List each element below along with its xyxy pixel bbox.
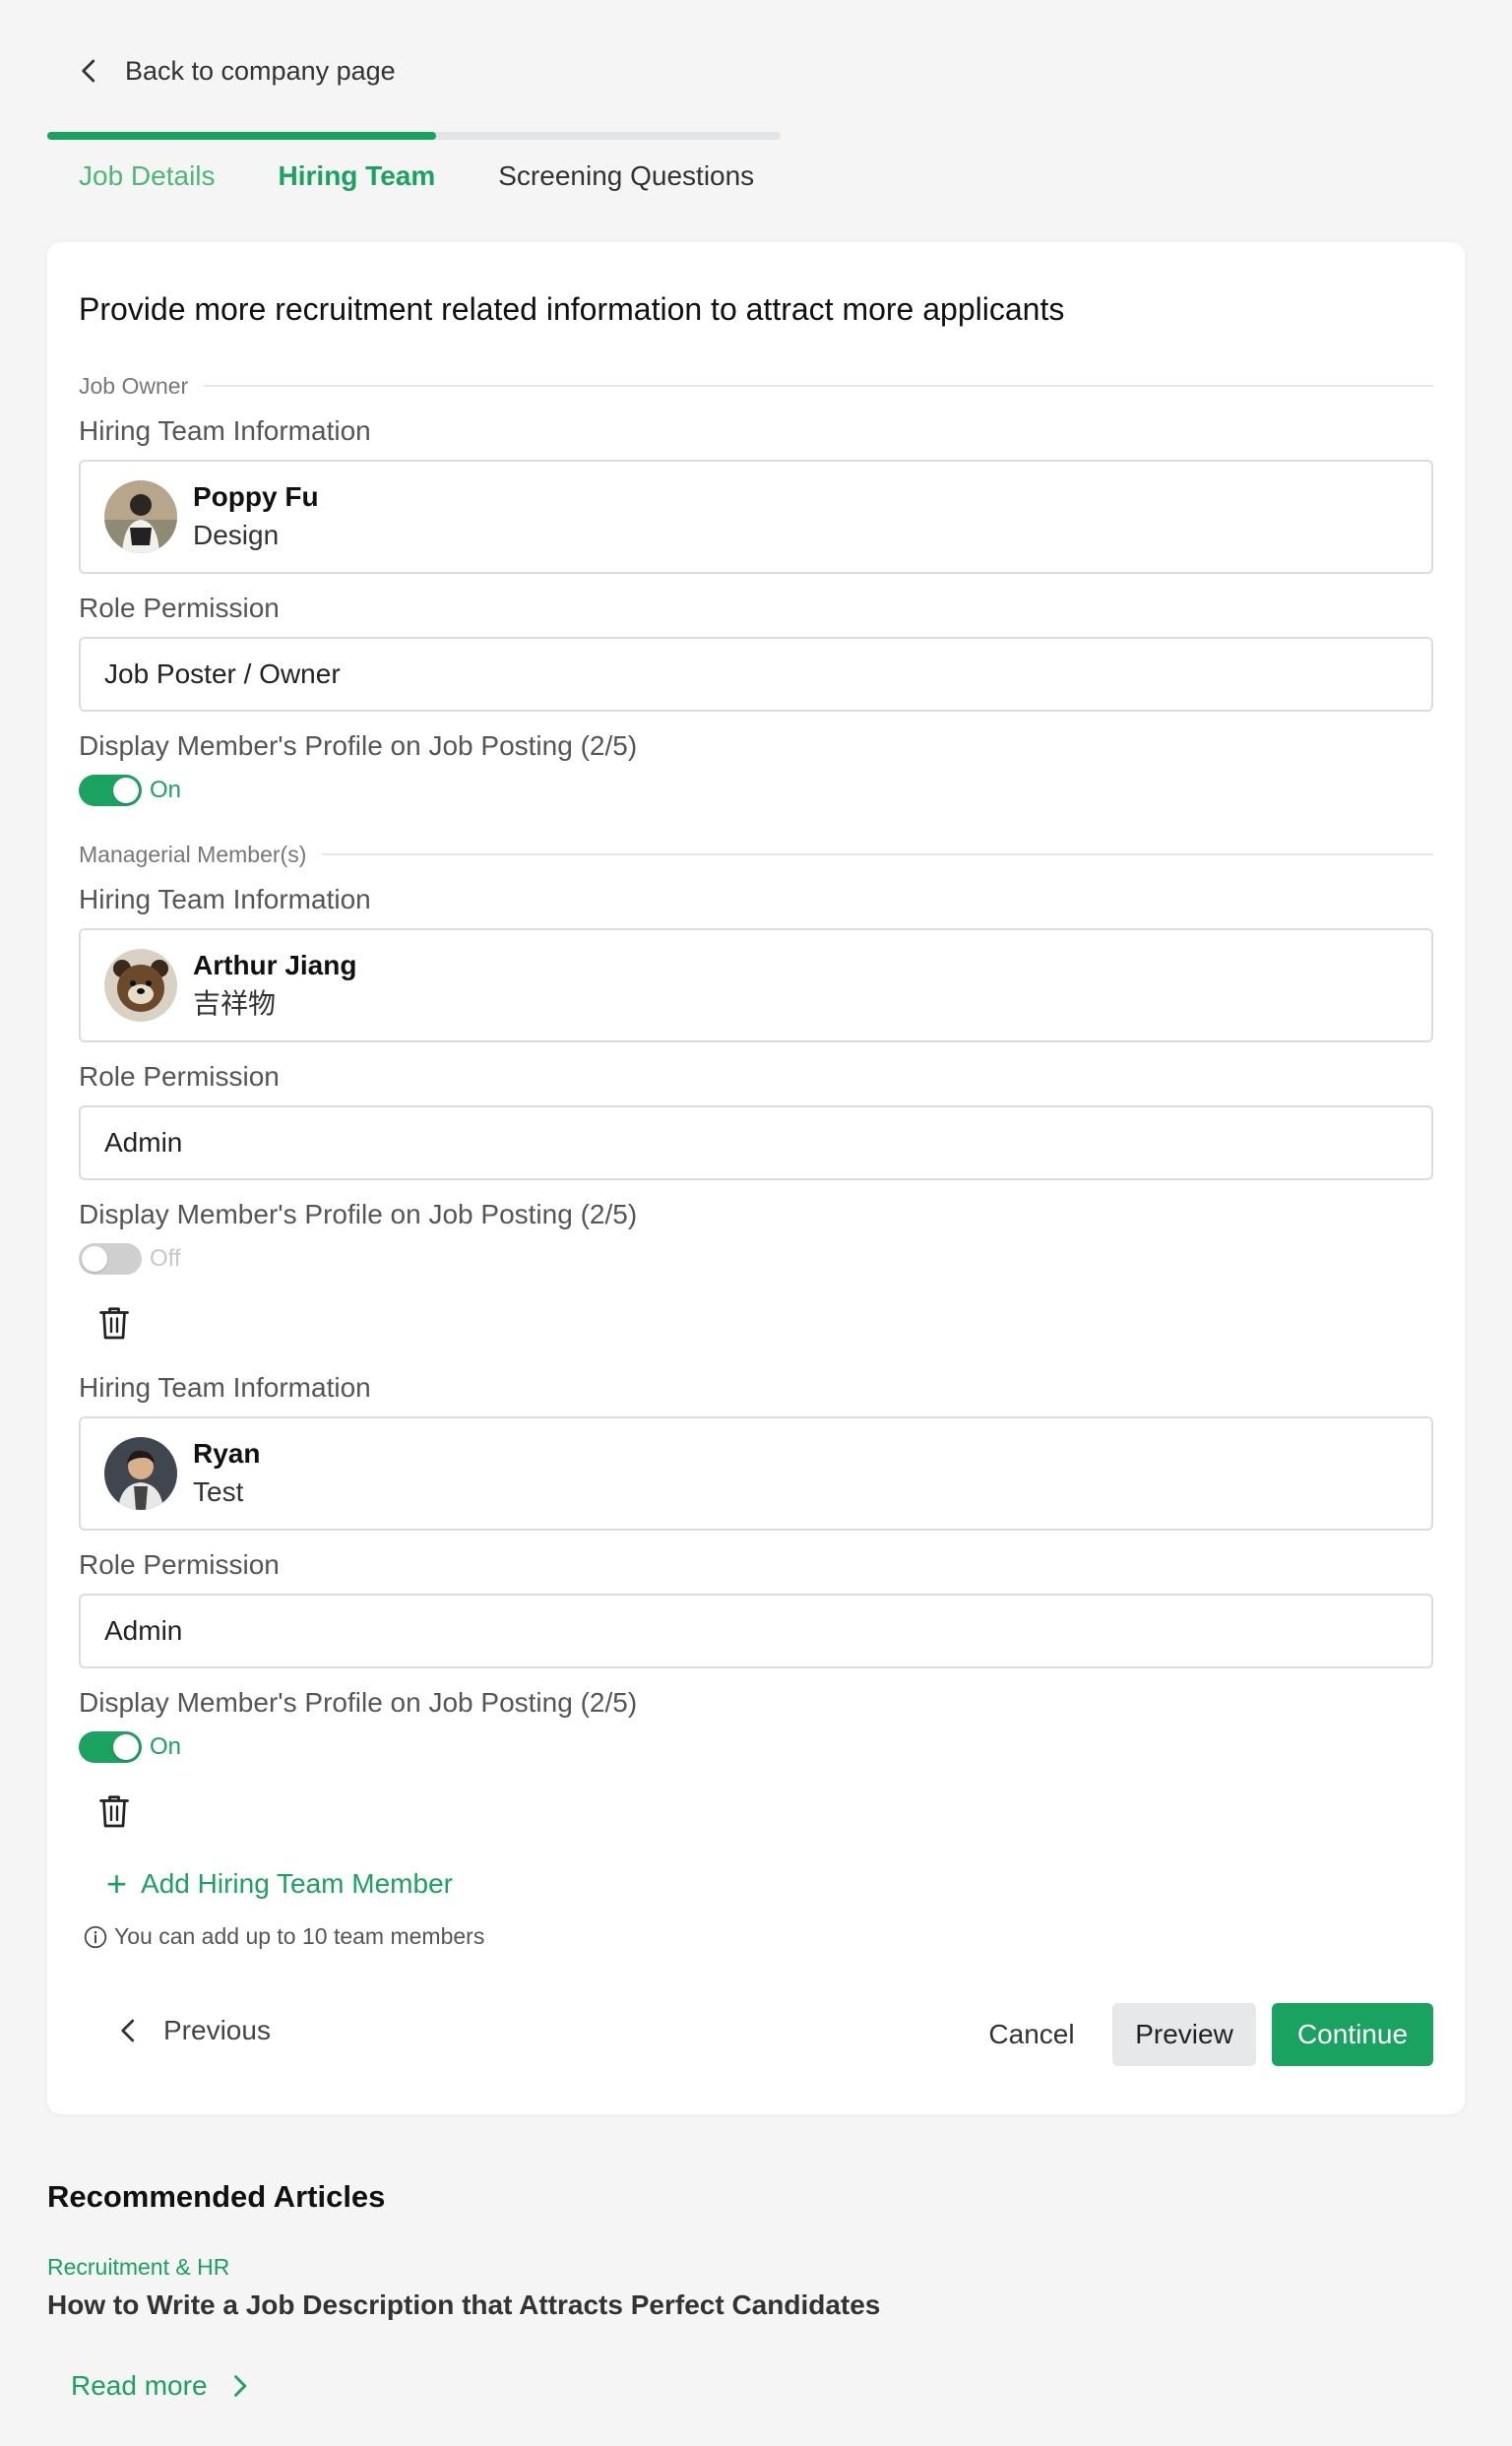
team-limit-text: You can add up to 10 team members	[114, 1923, 485, 1949]
role-permission-select[interactable]: Job Poster / Owner	[79, 637, 1433, 712]
article-category[interactable]: Recruitment & HR	[47, 2254, 229, 2281]
continue-button[interactable]: Continue	[1272, 2003, 1433, 2066]
step-progress-bar	[47, 132, 781, 140]
divider-line	[322, 853, 1433, 855]
hiring-team-info-label: Hiring Team Information	[79, 1372, 371, 1403]
add-member-label: Add Hiring Team Member	[141, 1868, 453, 1899]
role-permission-select[interactable]: Admin	[79, 1594, 1433, 1668]
avatar	[104, 1437, 177, 1510]
step-progress-fill	[47, 132, 436, 140]
display-profile-label: Display Member's Profile on Job Posting …	[79, 1199, 638, 1229]
member-name: Ryan	[193, 1438, 261, 1469]
chevron-left-icon	[82, 59, 95, 83]
tab-hiring-team[interactable]: Hiring Team	[279, 157, 436, 195]
trash-icon	[99, 1307, 129, 1340]
divider-line	[204, 385, 1433, 387]
form-title: Provide more recruitment related informa…	[79, 291, 1065, 327]
avatar	[104, 949, 177, 1022]
tab-screening-questions[interactable]: Screening Questions	[498, 157, 754, 195]
role-permission-label: Role Permission	[79, 593, 280, 623]
back-to-company-link[interactable]: Back to company page	[75, 49, 396, 93]
plus-icon: +	[106, 1863, 128, 1904]
info-icon	[84, 1925, 107, 1948]
hiring-team-info-label: Hiring Team Information	[79, 884, 371, 914]
member-name: Poppy Fu	[193, 481, 319, 512]
switch-state-label: On	[150, 777, 182, 803]
member-department: Design	[193, 520, 280, 550]
member-card-ryan[interactable]: Ryan Test	[79, 1416, 1433, 1531]
chevron-right-icon	[233, 2375, 246, 2397]
read-more-link[interactable]: Read more	[71, 2370, 253, 2402]
cancel-button[interactable]: Cancel	[953, 2003, 1110, 2066]
delete-member-button[interactable]	[96, 1791, 132, 1831]
switch-state-label: Off	[150, 1245, 181, 1272]
trash-icon	[99, 1795, 129, 1828]
job-owner-divider: Job Owner	[79, 370, 1433, 402]
read-more-label: Read more	[71, 2370, 208, 2401]
role-permission-label: Role Permission	[79, 1549, 280, 1580]
job-owner-section-label: Job Owner	[79, 372, 189, 399]
back-label: Back to company page	[125, 55, 396, 86]
delete-member-button[interactable]	[96, 1303, 132, 1343]
member-card-poppy[interactable]: Poppy Fu Design	[79, 460, 1433, 574]
recommended-articles-heading: Recommended Articles	[47, 2179, 386, 2214]
preview-button[interactable]: Preview	[1112, 2003, 1256, 2066]
tab-job-details[interactable]: Job Details	[79, 157, 216, 195]
display-profile-label: Display Member's Profile on Job Posting …	[79, 1687, 638, 1718]
display-profile-switch[interactable]	[79, 775, 142, 806]
role-permission-label: Role Permission	[79, 1061, 280, 1092]
switch-state-label: On	[150, 1733, 182, 1760]
article-title[interactable]: How to Write a Job Description that Attr…	[47, 2289, 880, 2321]
team-limit-hint: You can add up to 10 team members	[83, 1923, 484, 1950]
role-permission-select[interactable]: Admin	[79, 1105, 1433, 1180]
hiring-team-form-card: Provide more recruitment related informa…	[47, 242, 1465, 2114]
chevron-left-icon	[121, 2019, 135, 2042]
display-profile-switch[interactable]	[79, 1731, 142, 1763]
managerial-section-label: Managerial Member(s)	[79, 841, 307, 867]
member-name: Arthur Jiang	[193, 950, 357, 980]
previous-label: Previous	[163, 2015, 271, 2045]
display-profile-toggle-row: On	[79, 774, 181, 807]
managerial-members-divider: Managerial Member(s)	[79, 839, 1433, 870]
avatar	[104, 480, 177, 553]
member-department: Test	[193, 1476, 244, 1507]
display-profile-switch[interactable]	[79, 1243, 142, 1275]
add-hiring-team-member-button[interactable]: + Add Hiring Team Member	[106, 1866, 453, 1902]
member-department: 吉祥物	[193, 988, 277, 1019]
hiring-team-info-label: Hiring Team Information	[79, 415, 371, 446]
display-profile-toggle-row: Off	[79, 1242, 181, 1276]
previous-button[interactable]: Previous	[114, 1999, 271, 2062]
step-tabs: Job Details Hiring Team Screening Questi…	[79, 157, 817, 195]
member-card-arthur[interactable]: Arthur Jiang 吉祥物	[79, 928, 1433, 1042]
display-profile-toggle-row: On	[79, 1730, 181, 1764]
display-profile-label: Display Member's Profile on Job Posting …	[79, 730, 638, 761]
